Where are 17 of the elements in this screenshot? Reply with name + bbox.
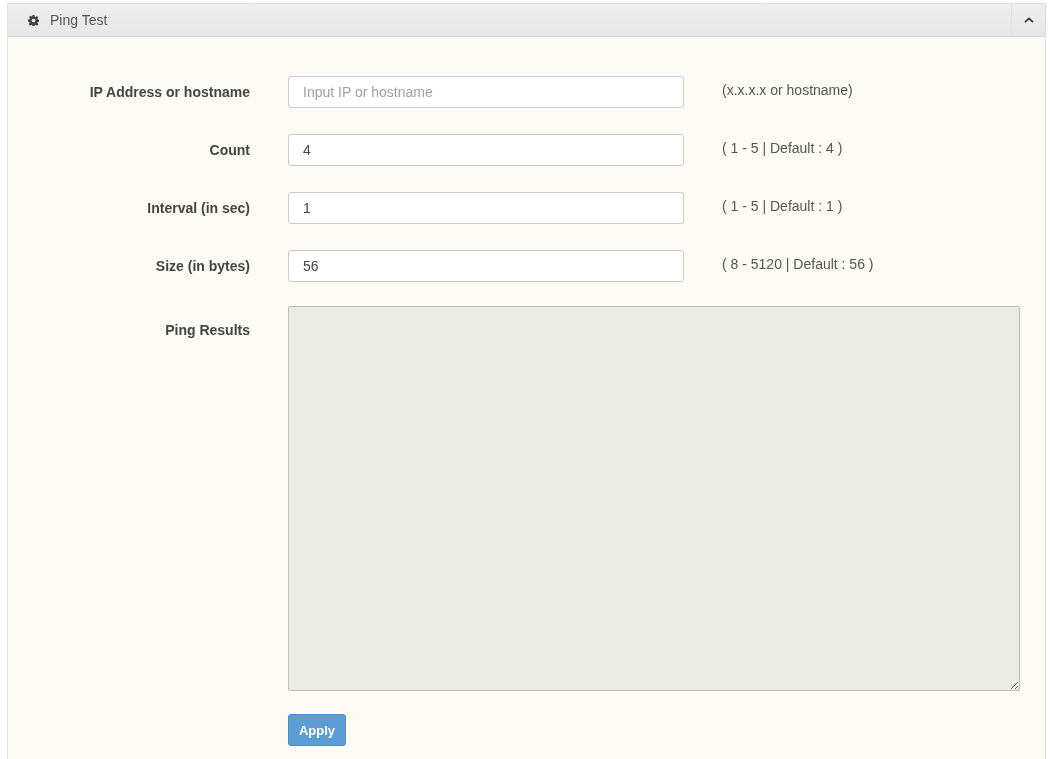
ping-results-field[interactable] xyxy=(288,306,1020,691)
input-field[interactable]: 1 xyxy=(288,192,684,224)
field-hint: ( 8 - 5120 | Default : 56 ) xyxy=(722,256,875,272)
input-field[interactable]: 56 xyxy=(288,250,684,282)
input-field[interactable]: 4 xyxy=(288,134,684,166)
caret-icon xyxy=(1023,17,1034,23)
input-field[interactable]: Input IP or hostname xyxy=(288,76,684,108)
panel-title: Ping Test xyxy=(50,12,109,28)
field-hint: (x.x.x.x or hostname) xyxy=(722,82,854,98)
gear-icon xyxy=(28,14,39,26)
field-label: Interval (in sec) xyxy=(146,200,250,216)
field-label: Count xyxy=(208,142,250,158)
field-hint: ( 1 - 5 | Default : 4 ) xyxy=(722,140,844,156)
field-hint: ( 1 - 5 | Default : 1 ) xyxy=(722,198,844,214)
field-label: Ping Results xyxy=(164,321,250,338)
field-label: IP Address or hostname xyxy=(88,84,250,100)
field-label: Size (in bytes) xyxy=(154,258,250,274)
